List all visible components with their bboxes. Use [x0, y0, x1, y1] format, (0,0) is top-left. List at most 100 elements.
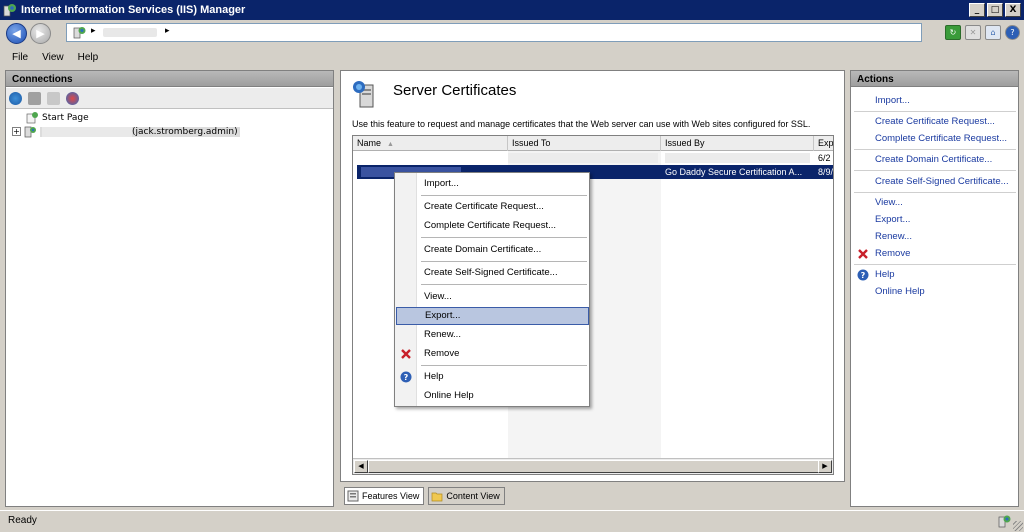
divider — [854, 264, 1016, 265]
redacted-server-name — [42, 126, 132, 137]
start-page-icon — [26, 111, 39, 124]
window-title: Internet Information Services (IIS) Mana… — [21, 4, 246, 16]
menu-help[interactable]: Help — [78, 52, 99, 63]
action-import[interactable]: Import... — [875, 95, 910, 106]
iis-app-icon — [3, 3, 17, 17]
horizontal-scrollbar[interactable]: ◀ ▶ — [353, 458, 833, 474]
tree-item-start-page[interactable]: Start Page — [12, 111, 240, 125]
refresh-icon[interactable]: ↻ — [945, 25, 961, 40]
address-toolbar: ◀ ▶ ▸ ▸ ↻ ✕ ⌂ ? — [0, 20, 1024, 46]
divider — [854, 111, 1016, 112]
resize-grip-icon[interactable] — [1013, 521, 1023, 531]
features-view-icon — [347, 490, 359, 502]
forward-arrow-icon: ▶ — [36, 27, 45, 40]
content-view-icon — [431, 490, 443, 502]
column-header-expiration[interactable]: Exp — [814, 136, 833, 151]
context-item-remove[interactable]: Remove — [396, 345, 589, 363]
context-item-create-certificate-request[interactable]: Create Certificate Request... — [396, 198, 589, 216]
context-item-create-domain-certificate[interactable]: Create Domain Certificate... — [396, 241, 589, 259]
breadcrumb-arrow-icon[interactable]: ▸ — [91, 26, 96, 36]
forward-button[interactable]: ▶ — [30, 23, 51, 44]
divider — [421, 195, 587, 196]
stop-icon[interactable]: ✕ — [965, 25, 981, 40]
divider — [421, 365, 587, 366]
connect-globe-icon[interactable] — [9, 91, 22, 105]
cell-expiration: 8/9/ — [818, 167, 834, 177]
column-header-name[interactable]: Name ▲ — [353, 136, 508, 151]
tab-features-view[interactable]: Features View — [344, 487, 425, 505]
action-help[interactable]: Help — [875, 269, 895, 280]
tree-item-label: Start Page — [42, 113, 89, 123]
menu-file[interactable]: File — [12, 52, 28, 63]
cell-expiration: 6/2 — [818, 153, 831, 163]
action-export[interactable]: Export... — [875, 214, 910, 225]
context-item-complete-certificate-request[interactable]: Complete Certificate Request... — [396, 217, 589, 235]
close-button[interactable]: X — [1005, 3, 1021, 17]
context-item-import[interactable]: Import... — [396, 175, 589, 193]
actions-header: Actions — [850, 70, 1019, 87]
tree-item-server[interactable]: + (jack.stromberg.admin) — [12, 125, 240, 139]
up-folder-icon[interactable] — [47, 91, 60, 105]
tab-content-view[interactable]: Content View — [428, 487, 505, 505]
context-item-help[interactable]: Help — [396, 368, 589, 386]
cell-issued-by: Go Daddy Secure Certification A... — [665, 167, 803, 177]
help-icon[interactable]: ? — [1005, 25, 1020, 40]
context-item-view[interactable]: View... — [396, 288, 589, 306]
server-certificates-icon — [351, 79, 379, 109]
address-bar[interactable]: ▸ ▸ — [66, 23, 922, 42]
actions-panel: Actions Import... Create Certificate Req… — [850, 70, 1019, 507]
column-header-issued-by[interactable]: Issued By — [661, 136, 814, 151]
maximize-button[interactable]: □ — [987, 3, 1003, 17]
minimize-button[interactable]: _ — [969, 3, 985, 17]
server-icon — [24, 126, 37, 138]
divider — [421, 284, 587, 285]
help-icon: ? — [857, 269, 869, 281]
breadcrumb-arrow-icon[interactable]: ▸ — [165, 26, 170, 36]
scroll-left-button[interactable]: ◀ — [354, 460, 368, 473]
divider — [421, 261, 587, 262]
grid-header: Name ▲ Issued To Issued By Exp — [353, 136, 833, 151]
connections-header: Connections — [5, 70, 334, 87]
divider — [421, 237, 587, 238]
column-header-issued-to[interactable]: Issued To — [508, 136, 661, 151]
action-remove[interactable]: Remove — [875, 248, 910, 259]
action-online-help[interactable]: Online Help — [875, 286, 925, 297]
context-item-export[interactable]: Export... — [396, 307, 589, 325]
home-icon[interactable]: ⌂ — [985, 25, 1001, 40]
connections-panel: Connections Start Page + (jack.stromberg… — [5, 70, 334, 507]
tab-label: Features View — [362, 491, 420, 501]
title-bar: Internet Information Services (IIS) Mana… — [0, 0, 1024, 20]
action-create-domain-certificate[interactable]: Create Domain Certificate... — [875, 154, 992, 165]
page-title: Server Certificates — [393, 82, 517, 99]
action-view[interactable]: View... — [875, 197, 903, 208]
table-row[interactable]: 6/2 — [353, 151, 833, 165]
save-icon[interactable] — [28, 91, 41, 105]
action-create-certificate-request[interactable]: Create Certificate Request... — [875, 116, 995, 127]
sort-ascending-icon: ▲ — [387, 141, 394, 148]
feature-description: Use this feature to request and manage c… — [352, 119, 811, 129]
back-button[interactable]: ◀ — [6, 23, 27, 44]
status-bar: Ready — [0, 510, 1024, 532]
server-icon — [998, 514, 1012, 528]
context-item-create-self-signed-certificate[interactable]: Create Self-Signed Certificate... — [396, 264, 589, 282]
divider — [854, 192, 1016, 193]
context-item-online-help[interactable]: Online Help — [396, 387, 589, 405]
remove-x-icon — [857, 248, 869, 260]
action-complete-certificate-request[interactable]: Complete Certificate Request... — [875, 133, 1007, 144]
svg-text:?: ? — [861, 271, 866, 280]
back-arrow-icon: ◀ — [12, 27, 21, 40]
tab-label: Content View — [446, 491, 500, 501]
scroll-right-button[interactable]: ▶ — [818, 460, 832, 473]
action-create-self-signed-certificate[interactable]: Create Self-Signed Certificate... — [875, 176, 1009, 187]
breadcrumb-server-name[interactable] — [103, 28, 157, 37]
connections-tree: Start Page + (jack.stromberg.admin) — [12, 111, 240, 139]
menu-view[interactable]: View — [42, 52, 64, 63]
divider — [854, 170, 1016, 171]
action-renew[interactable]: Renew... — [875, 231, 912, 242]
tree-expander[interactable]: + — [12, 127, 21, 136]
server-icon — [73, 26, 86, 39]
scrollbar-thumb[interactable] — [368, 460, 822, 473]
status-text: Ready — [8, 515, 37, 526]
disconnect-icon[interactable] — [66, 91, 79, 105]
context-item-renew[interactable]: Renew... — [396, 326, 589, 344]
